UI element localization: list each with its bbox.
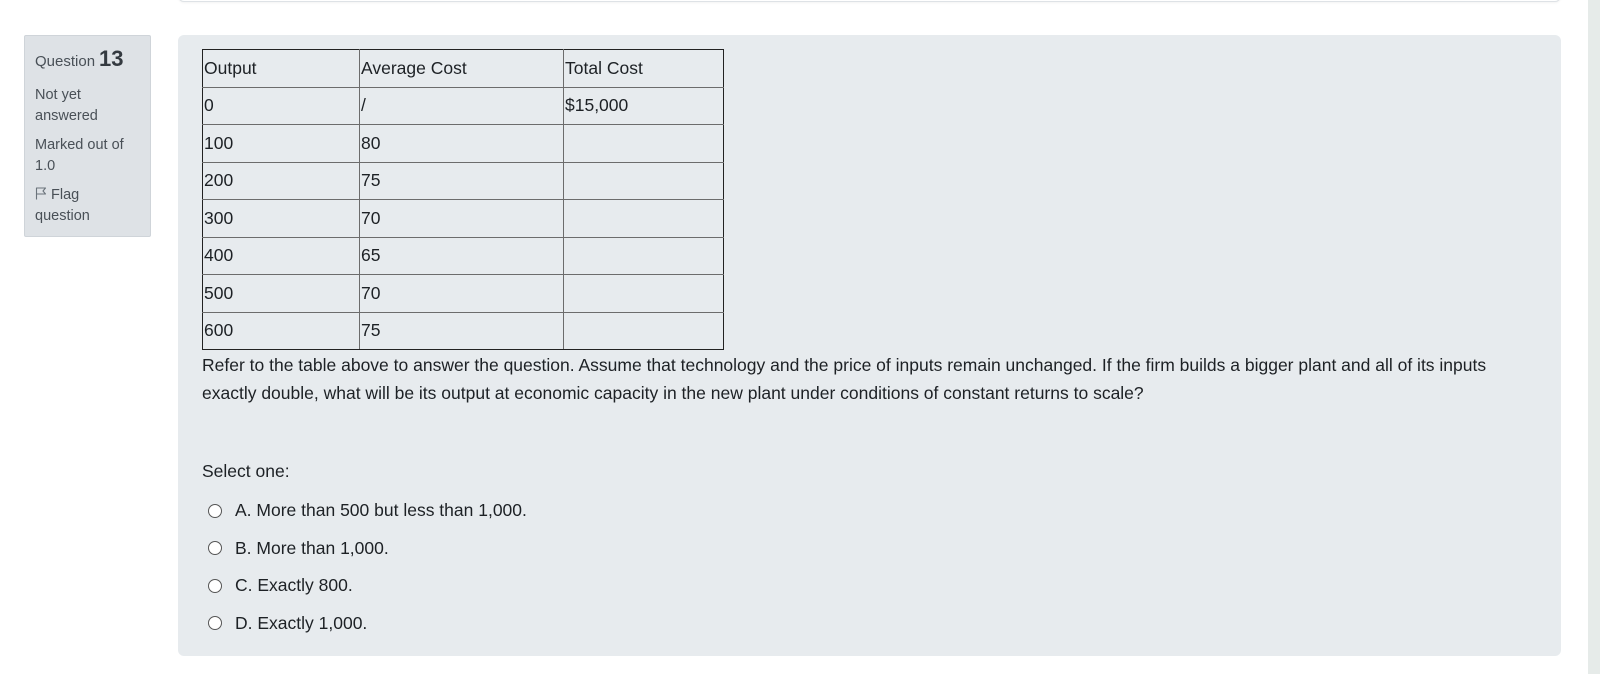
question-label: Question [35, 53, 96, 70]
option-text: Exactly 1,000. [257, 612, 368, 633]
table-cell [563, 274, 724, 313]
previous-question-card [178, 0, 1561, 2]
option-text: More than 1,000. [256, 537, 389, 558]
table-cell: 75 [359, 161, 564, 200]
table-row: 400 65 [202, 236, 724, 275]
table-cell: 300 [202, 199, 360, 238]
question-info-panel: Question 13 Not yet answered Marked out o… [24, 35, 151, 237]
table-row: 600 75 [202, 311, 724, 350]
table-row: 500 70 [202, 274, 724, 313]
question-state: Not yet answered [35, 87, 98, 124]
table-cell: 0 [202, 86, 360, 125]
table-cell: 75 [359, 311, 564, 350]
table-cell: 70 [359, 274, 564, 313]
radio-button[interactable] [208, 541, 222, 556]
table-row: 300 70 [202, 199, 724, 238]
radio-button[interactable] [208, 578, 222, 593]
answer-option-d[interactable]: D. Exactly 1,000. [208, 605, 527, 643]
table-header-output: Output [202, 49, 360, 88]
table-cell [563, 199, 724, 238]
table-cell: 200 [202, 161, 360, 200]
table-cell: 65 [359, 236, 564, 275]
option-letter: A. [235, 500, 252, 521]
question-text: Refer to the table above to answer the q… [202, 355, 1487, 403]
option-text: More than 500 but less than 1,000. [256, 500, 527, 521]
table-cell: 70 [359, 199, 564, 238]
table-cell: 100 [202, 124, 360, 163]
table-cell: 500 [202, 274, 360, 313]
option-letter: C. [235, 575, 253, 596]
flag-outline-icon [35, 187, 47, 200]
option-letter: D. [235, 612, 253, 633]
question-number: 13 [99, 46, 124, 71]
table-cell: $15,000 [563, 86, 724, 125]
page-scrollbar-track[interactable] [1588, 0, 1600, 674]
table-cell [563, 161, 724, 200]
table-row: 0 / $15,000 [202, 86, 724, 125]
table-cell [563, 236, 724, 275]
answer-option-a[interactable]: A. More than 500 but less than 1,000. [208, 492, 527, 530]
question-grade: Marked out of 1.0 [35, 137, 124, 174]
option-letter: B. [235, 537, 252, 558]
table-row: 200 75 [202, 161, 724, 200]
table-cell: / [359, 86, 564, 125]
radio-button[interactable] [208, 616, 222, 631]
answer-options: A. More than 500 but less than 1,000. B.… [208, 492, 527, 642]
table-cell [563, 311, 724, 350]
answer-option-c[interactable]: C. Exactly 800. [208, 567, 527, 605]
table-cell: 600 [202, 311, 360, 350]
table-cell [563, 124, 724, 163]
table-header-total-cost: Total Cost [563, 49, 724, 88]
table-cell: 80 [359, 124, 564, 163]
select-one-prompt: Select one: [202, 461, 290, 481]
question-number-row: Question 13 [35, 44, 140, 77]
radio-button[interactable] [208, 503, 222, 518]
question-content: Output Average Cost Total Cost 0 / $15,0… [178, 35, 1561, 656]
table-row: 100 80 [202, 124, 724, 163]
table-header-average-cost: Average Cost [359, 49, 564, 88]
option-text: Exactly 800. [257, 575, 353, 596]
answer-option-b[interactable]: B. More than 1,000. [208, 530, 527, 568]
flag-question-link[interactable]: Flag question [35, 185, 140, 227]
table-header-row: Output Average Cost Total Cost [202, 49, 724, 88]
cost-table: Output Average Cost Total Cost 0 / $15,0… [202, 49, 724, 350]
table-cell: 400 [202, 236, 360, 275]
